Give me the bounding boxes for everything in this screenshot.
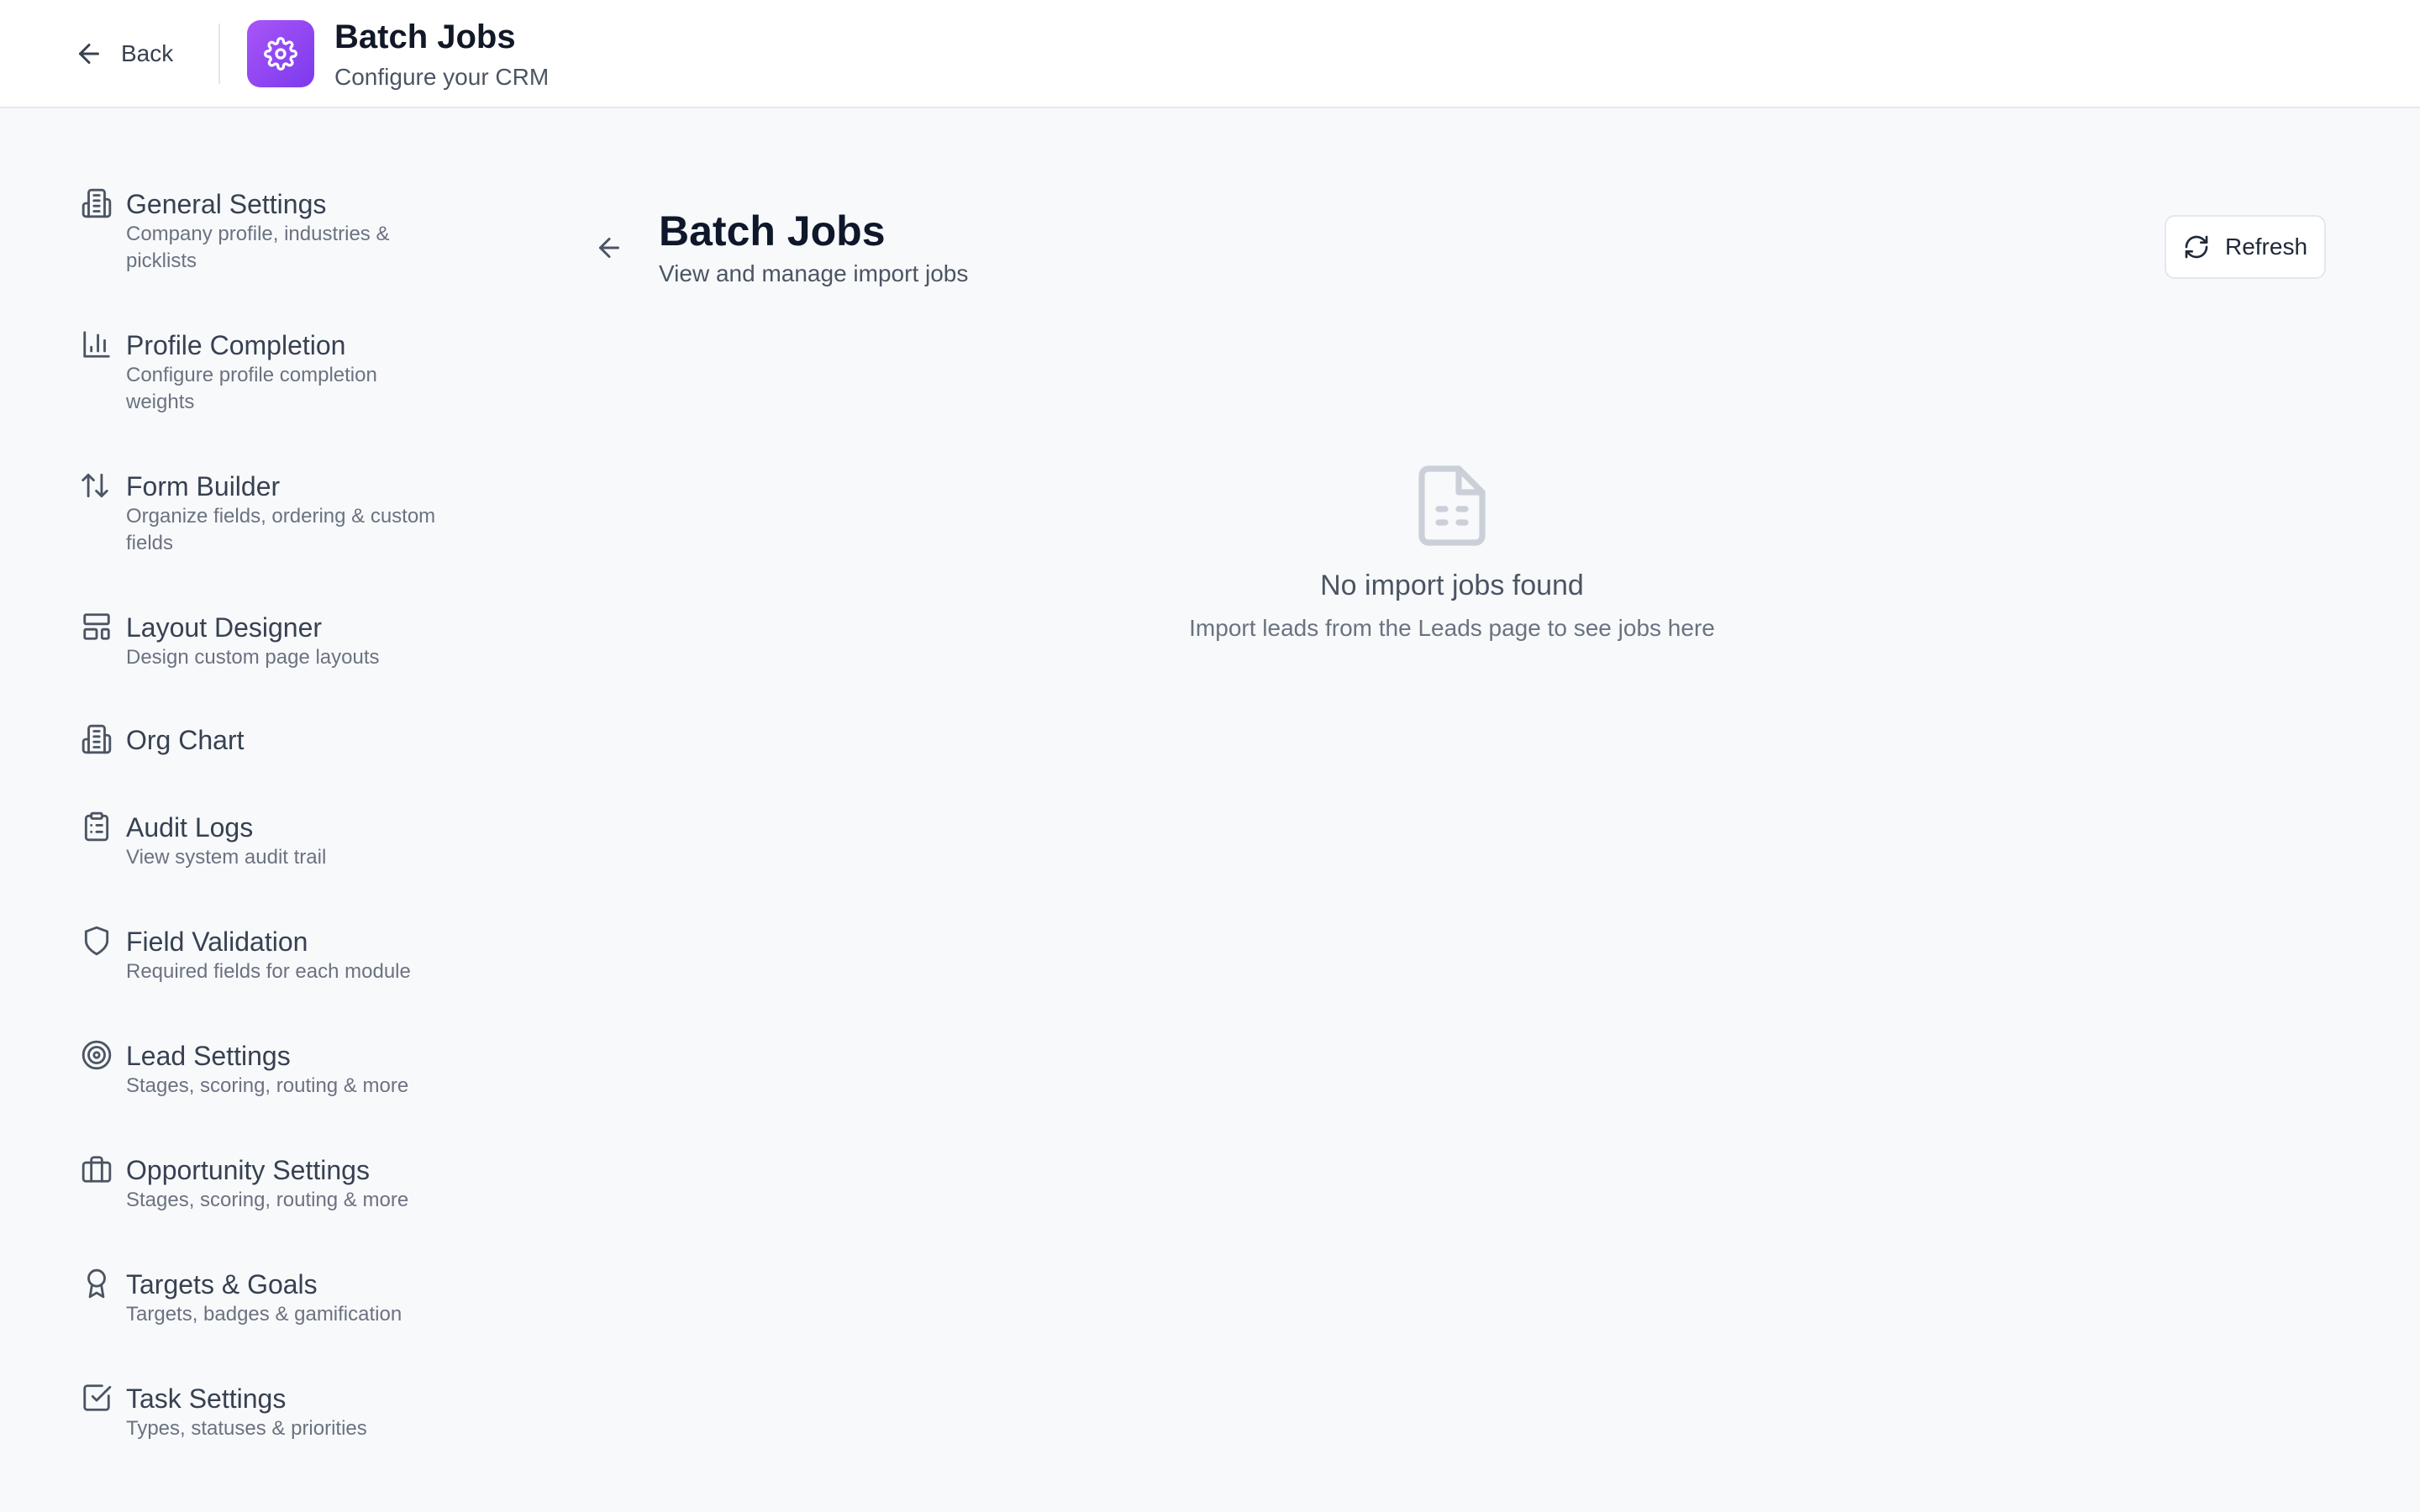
sidebar-item-org-chart[interactable]: Org Chart [67,723,471,757]
sidebar-item-title: Opportunity Settings [126,1155,370,1185]
layout-icon [83,613,110,640]
settings-sidebar: General Settings Company profile, indust… [0,108,521,1512]
sidebar-item-desc: Company profile, industries & picklists [126,223,390,272]
clipboard-list-icon [84,811,109,842]
sidebar-item-desc: Design custom page layouts [126,646,380,669]
sidebar-item-lead-settings[interactable]: Lead Settings Stages, scoring, routing &… [67,1039,471,1100]
sidebar-item-title: Profile Completion [126,330,346,360]
arrows-up-down-icon [82,473,108,498]
sidebar-item-field-validation[interactable]: Field Validation Required fields for eac… [67,925,471,985]
back-button[interactable]: Back [74,34,173,74]
award-icon [87,1268,106,1299]
sidebar-item-desc: Targets, badges & gamification [126,1303,402,1326]
empty-state-description: Import leads from the Leads page to see … [1189,615,1715,641]
sidebar-item-audit-logs[interactable]: Audit Logs View system audit trail [67,811,471,871]
bar-chart-icon [83,331,110,358]
check-square-icon [83,1384,112,1411]
shield-icon [84,926,109,956]
sidebar-item-title: Org Chart [126,725,245,755]
sidebar-item-targets-goals[interactable]: Targets & Goals Targets, badges & gamifi… [67,1268,471,1328]
sidebar-item-task-settings[interactable]: Task Settings Types, statuses & prioriti… [67,1382,471,1442]
sidebar-item-desc: Stages, scoring, routing & more [126,1189,409,1211]
file-text-icon [1418,465,1486,546]
sidebar-item-title: Lead Settings [126,1041,291,1071]
target-icon [82,1040,112,1070]
arrow-left-icon [79,44,99,64]
sidebar-item-general-settings[interactable]: General Settings Company profile, indust… [67,187,471,275]
top-bar: Back Batch Jobs Configure your CRM [0,0,2420,108]
sidebar-item-opportunity-settings[interactable]: Opportunity Settings Stages, scoring, ro… [67,1153,471,1214]
sidebar-item-title: Task Settings [126,1383,287,1414]
sidebar-item-title: Audit Logs [126,812,254,843]
sidebar-item-desc: Types, statuses & priorities [126,1417,367,1440]
sidebar-item-title: General Settings [126,189,327,219]
app-logo [247,20,314,87]
building-icon [82,724,112,754]
arrow-left-icon [599,238,619,258]
sidebar-item-form-builder[interactable]: Form Builder Organize fields, ordering &… [67,470,471,557]
app-subtitle: Configure your CRM [334,64,550,90]
sidebar-item-layout-designer[interactable]: Layout Designer Design custom page layou… [67,611,471,671]
refresh-icon [2185,235,2208,259]
page-title: Batch Jobs [659,207,886,255]
back-label: Back [121,40,174,66]
sidebar-item-profile-completion[interactable]: Profile Completion Configure profile com… [67,328,471,416]
briefcase-icon [82,1156,112,1183]
refresh-label: Refresh [2224,234,2308,260]
sidebar-item-title: Form Builder [126,471,281,501]
header-divider [218,24,220,84]
sidebar-item-desc: Stages, scoring, routing & more [126,1074,409,1097]
refresh-button[interactable]: Refresh [2165,215,2326,279]
app-title: Batch Jobs [334,18,516,55]
sidebar-item-desc: View system audit trail [126,846,327,869]
page-subtitle: View and manage import jobs [659,260,969,286]
sidebar-item-title: Layout Designer [126,612,323,643]
sidebar-item-desc: Required fields for each module [126,960,411,983]
sidebar-item-desc: Configure profile completion weights [126,364,377,413]
building-icon [82,188,112,218]
gear-icon [264,37,297,71]
page-back-button[interactable] [588,227,630,269]
empty-state-title: No import jobs found [1320,570,1584,601]
sidebar-item-title: Targets & Goals [126,1269,318,1299]
sidebar-item-desc: Organize fields, ordering & custom field… [126,505,436,554]
sidebar-item-title: Field Validation [126,927,308,957]
